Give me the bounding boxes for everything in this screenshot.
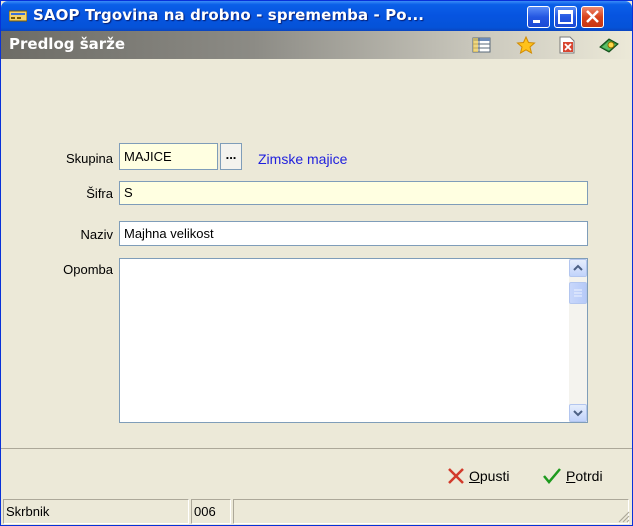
naziv-label: Naziv [80,227,113,242]
sifra-label: Šifra [86,186,113,201]
window-title: SAOP Trgovina na drobno - sprememba - Po… [33,6,425,24]
app-cash-register-icon [9,10,27,22]
confirm-button[interactable]: Potrdi [542,467,603,485]
status-bar: Skrbnik 006 [1,496,632,525]
close-button[interactable] [581,6,604,28]
maximize-icon [558,10,573,24]
scroll-up-button[interactable] [569,259,587,277]
skupina-description-link[interactable]: Zimske majice [258,151,347,167]
grip-icon [574,289,582,297]
caption-bar: Predlog šarže [1,31,632,59]
table-icon[interactable] [472,36,492,54]
footer-divider [1,448,632,449]
maximize-button[interactable] [554,6,577,28]
window: SAOP Trgovina na drobno - sprememba - Po… [0,0,633,526]
title-bar[interactable]: SAOP Trgovina na drobno - sprememba - Po… [1,1,632,31]
skupina-browse-button[interactable]: ... [220,143,242,170]
status-empty [233,499,629,524]
delete-doc-icon[interactable] [557,36,577,54]
scroll-down-button[interactable] [569,404,587,422]
opomba-scrollbar[interactable] [569,259,587,422]
naziv-field[interactable]: Majhna velikost [119,221,588,246]
caption-title: Predlog šarže [9,35,126,53]
opomba-text [120,259,587,263]
confirm-label: Potrdi [566,468,603,484]
opomba-label: Opomba [63,262,113,277]
star-icon[interactable] [516,36,536,54]
resize-grip-icon[interactable] [617,510,630,523]
scroll-thumb[interactable] [569,282,587,304]
skupina-field[interactable]: MAJICE [119,143,218,170]
opomba-textarea[interactable] [119,258,588,423]
minimize-icon [533,20,540,23]
checkmark-icon [543,468,561,484]
cancel-x-icon [448,468,464,484]
help-book-icon[interactable] [599,36,619,54]
close-icon [586,10,599,23]
cancel-button[interactable]: Opusti [447,467,509,485]
status-code: 006 [191,499,231,524]
cancel-label: Opusti [469,468,510,484]
minimize-button[interactable] [527,6,550,28]
chevron-down-icon [573,410,583,417]
status-user: Skrbnik [3,499,189,524]
chevron-up-icon [573,264,583,271]
sifra-field[interactable]: S [119,181,588,205]
skupina-label: Skupina [66,151,113,166]
